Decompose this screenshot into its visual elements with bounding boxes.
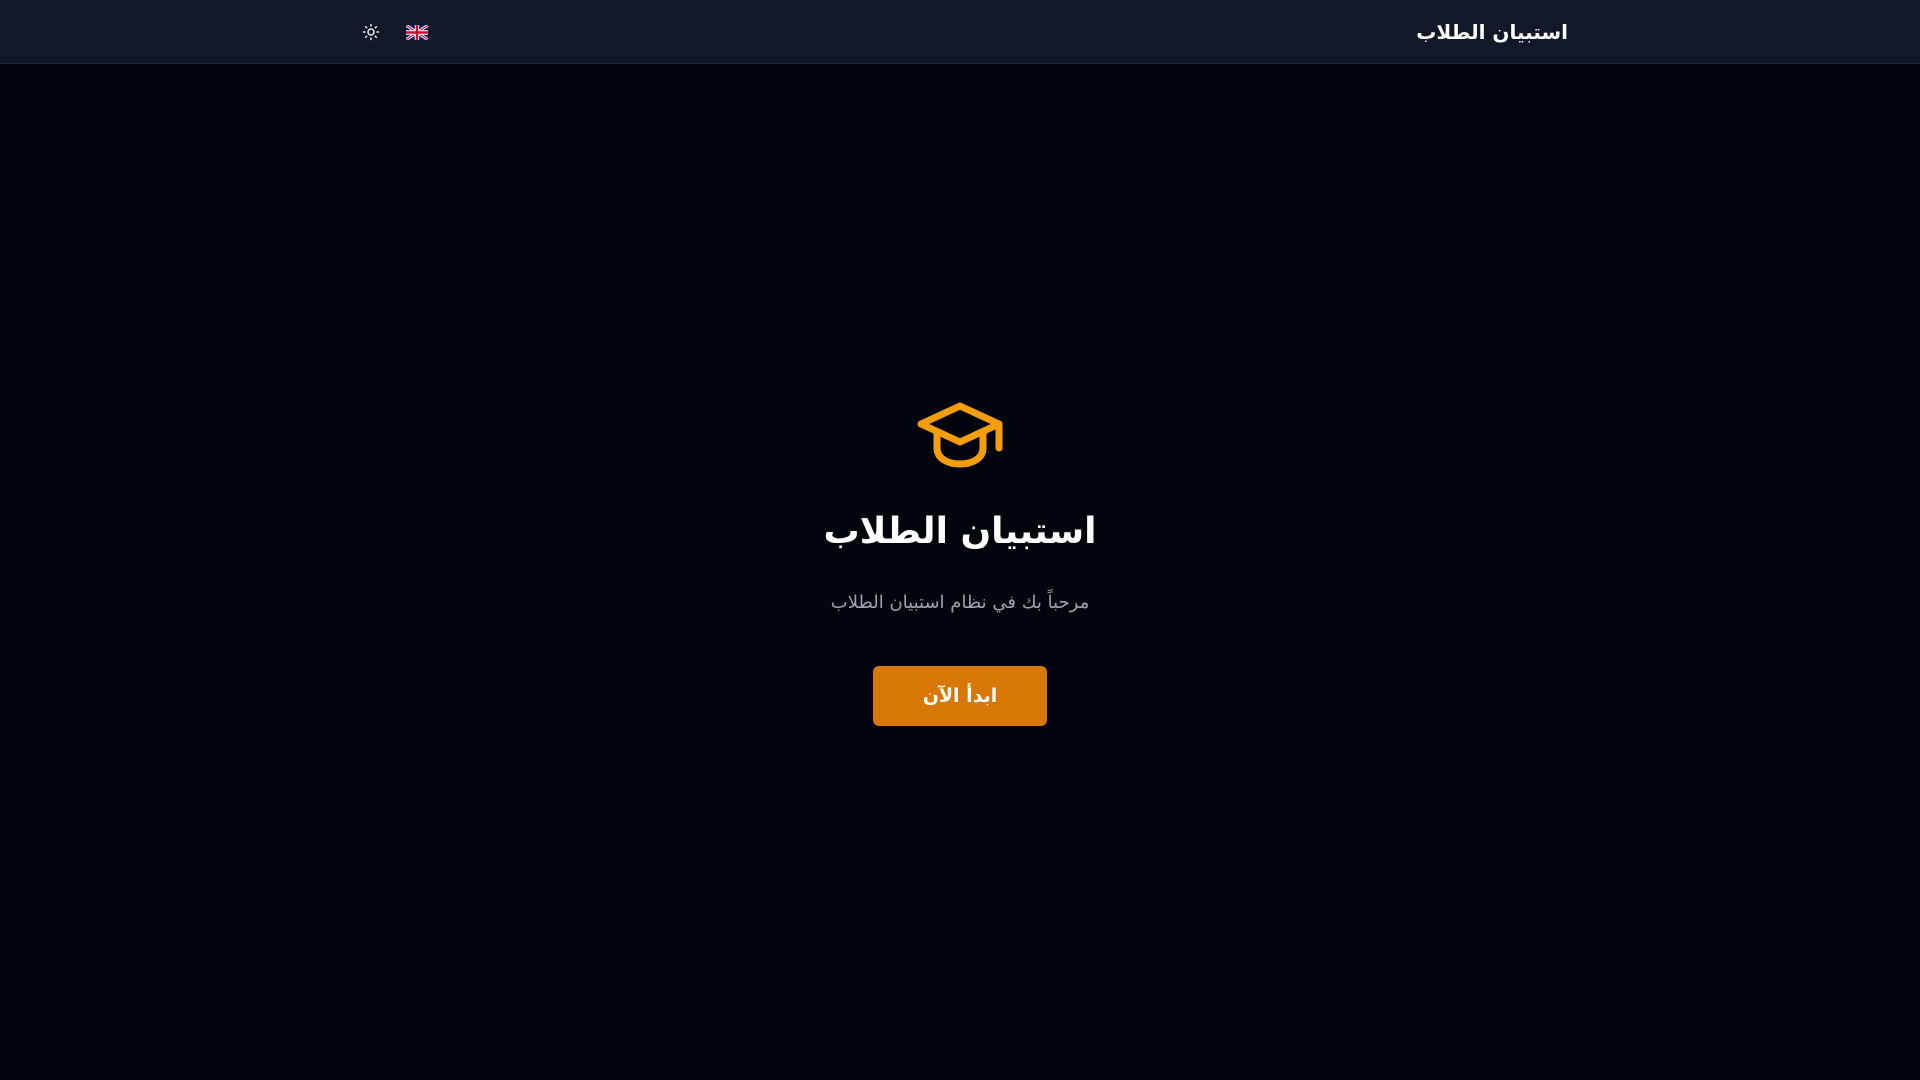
hero-title: استبيان الطلاب [823,511,1097,552]
language-switch-button[interactable] [402,17,432,47]
sun-icon [362,23,380,41]
uk-flag-icon [406,24,428,40]
graduation-cap-icon [917,402,1003,468]
top-navbar: استبيان الطلاب [0,0,1920,64]
hero-section: استبيان الطلاب مرحباً بك في نظام استبيان… [0,64,1920,1080]
navbar-brand-title[interactable]: استبيان الطلاب [1416,20,1568,44]
hero-subtitle: مرحباً بك في نظام استبيان الطلاب [830,592,1090,614]
theme-toggle-button[interactable] [356,17,386,47]
navbar-content: استبيان الطلاب [352,0,1568,64]
start-now-button[interactable]: ابدأ الآن [873,666,1047,727]
navbar-controls [356,17,432,47]
